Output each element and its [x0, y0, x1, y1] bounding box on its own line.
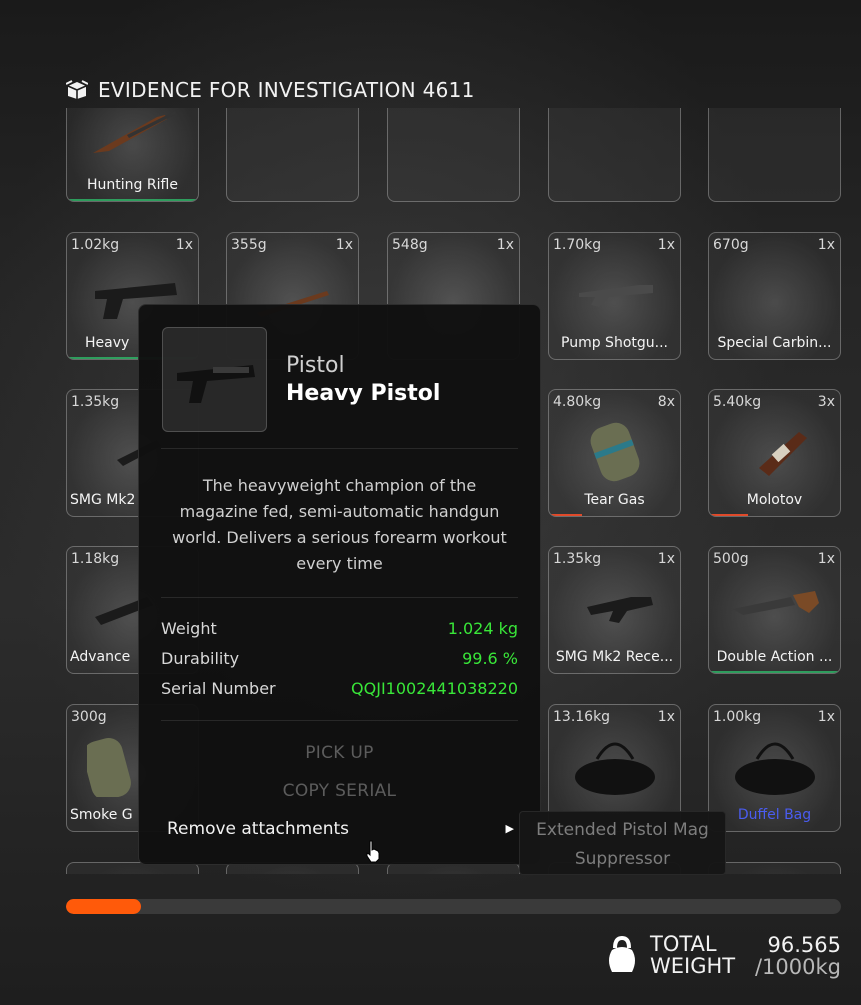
divider	[161, 720, 518, 721]
stat-value: 99.6 %	[462, 649, 518, 668]
slot-name: Molotov	[746, 492, 803, 508]
inventory-slot[interactable]: 1.70kg 1x Pump Shotgu...	[548, 232, 681, 360]
remove-attachments-button[interactable]: Remove attachments	[167, 819, 349, 839]
slot-weight: 1.70kg	[553, 237, 602, 253]
slot-count: 1x	[817, 237, 835, 253]
hand-cursor-icon	[366, 840, 380, 863]
stat-row-serial: Serial Number QQJI1002441038220	[161, 679, 518, 701]
slot-weight: 300g	[71, 709, 107, 725]
slot-weight: 4.80kg	[553, 394, 602, 410]
inventory-slot[interactable]: Hunting Rifle	[66, 108, 199, 202]
slot-weight: 1.35kg	[71, 394, 120, 410]
stat-value: QQJI1002441038220	[351, 679, 518, 698]
slot-weight: 13.16kg	[553, 709, 611, 725]
duffel-bag-icon	[575, 742, 655, 795]
inventory-slot[interactable]	[708, 108, 841, 202]
slot-weight: 1.02kg	[71, 237, 120, 253]
stat-label: Weight	[161, 619, 217, 638]
inventory-slot[interactable]	[226, 108, 359, 202]
slot-count: 1x	[335, 237, 353, 253]
slot-name: Double Action ...	[716, 649, 833, 665]
slot-count: 1x	[657, 709, 675, 725]
item-category: Pistol	[286, 353, 345, 378]
slot-name: Hunting Rifle	[87, 177, 178, 193]
item-tooltip: Pistol Heavy Pistol The heavyweight cham…	[138, 304, 541, 865]
inventory-slot[interactable]	[387, 108, 520, 202]
inventory-slot[interactable]: 1.00kg 1x Duffel Bag	[708, 704, 841, 832]
chevron-right-icon: ▶	[505, 822, 514, 835]
inventory-slot[interactable]: 1.35kg 1x SMG Mk2 Rece...	[548, 546, 681, 674]
slot-weight: 500g	[713, 551, 749, 567]
item-description: The heavyweight champion of the magazine…	[172, 476, 507, 573]
weight-progress-fill	[66, 899, 141, 914]
slot-count: 3x	[817, 394, 835, 410]
inventory-slot[interactable]: 670g 1x Special Carbin...	[708, 232, 841, 360]
grenade-icon	[590, 422, 640, 482]
smg-icon	[587, 597, 653, 623]
stat-row-weight: Weight 1.024 kg	[161, 619, 518, 641]
slot-count: 8x	[657, 394, 675, 410]
stat-label: Durability	[161, 649, 240, 668]
slot-name: Duffel Bag	[737, 807, 812, 823]
slot-weight: 355g	[231, 237, 267, 253]
item-thumbnail	[162, 327, 267, 432]
slot-weight: 548g	[392, 237, 428, 253]
slot-count: 1x	[657, 237, 675, 253]
total-weight-value: 96.565	[767, 933, 841, 957]
submenu-item-extended-mag[interactable]: Extended Pistol Mag	[520, 820, 725, 840]
slot-count: 1x	[817, 709, 835, 725]
slot-name: SMG Mk2 Rece...	[555, 649, 674, 665]
inventory-slot[interactable]	[548, 108, 681, 202]
item-name: Heavy Pistol	[286, 381, 441, 406]
page-title: EVIDENCE FOR INVESTIGATION 4611	[98, 78, 475, 102]
slot-weight: 670g	[713, 237, 749, 253]
slot-name: Tear Gas	[584, 492, 645, 508]
inventory-slot[interactable]	[708, 862, 841, 874]
box-icon	[66, 80, 88, 99]
inventory-slot[interactable]: 500g 1x Double Action ...	[708, 546, 841, 674]
slot-count: 1x	[175, 237, 193, 253]
slot-weight: 1.00kg	[713, 709, 762, 725]
slot-weight: 5.40kg	[713, 394, 762, 410]
shotgun-icon	[579, 285, 653, 307]
slot-weight: 1.35kg	[553, 551, 602, 567]
slot-name: Pump Shotgu...	[561, 335, 668, 351]
slot-count: 1x	[496, 237, 514, 253]
max-weight-value: /1000kg	[754, 955, 841, 979]
stat-row-durability: Durability 99.6 %	[161, 649, 518, 671]
total-weight-label: TOTAL WEIGHT	[650, 932, 736, 978]
rifle-icon	[93, 111, 176, 153]
weight-progress-bar	[66, 899, 841, 914]
bottle-icon	[759, 432, 807, 476]
kettlebell-icon	[609, 936, 635, 972]
pick-up-button[interactable]: PICK UP	[139, 743, 540, 763]
slot-count: 1x	[817, 551, 835, 567]
duffel-bag-icon	[735, 742, 815, 795]
inventory-slot[interactable]: 5.40kg 3x Molotov	[708, 389, 841, 517]
slot-weight: 1.18kg	[71, 551, 120, 567]
inventory-header: EVIDENCE FOR INVESTIGATION 4611	[66, 76, 475, 104]
inventory-slot[interactable]: 4.80kg 8x Tear Gas	[548, 389, 681, 517]
divider	[161, 597, 518, 598]
stat-label: Serial Number	[161, 679, 276, 698]
divider	[161, 448, 518, 449]
slot-name: Special Carbin...	[717, 335, 832, 351]
pistol-icon	[177, 365, 255, 403]
attachments-submenu: Extended Pistol Mag Suppressor	[519, 811, 726, 875]
stat-value: 1.024 kg	[447, 619, 518, 638]
submenu-item-suppressor[interactable]: Suppressor	[520, 849, 725, 869]
copy-serial-button[interactable]: COPY SERIAL	[139, 781, 540, 801]
revolver-icon	[733, 591, 819, 615]
slot-count: 1x	[657, 551, 675, 567]
